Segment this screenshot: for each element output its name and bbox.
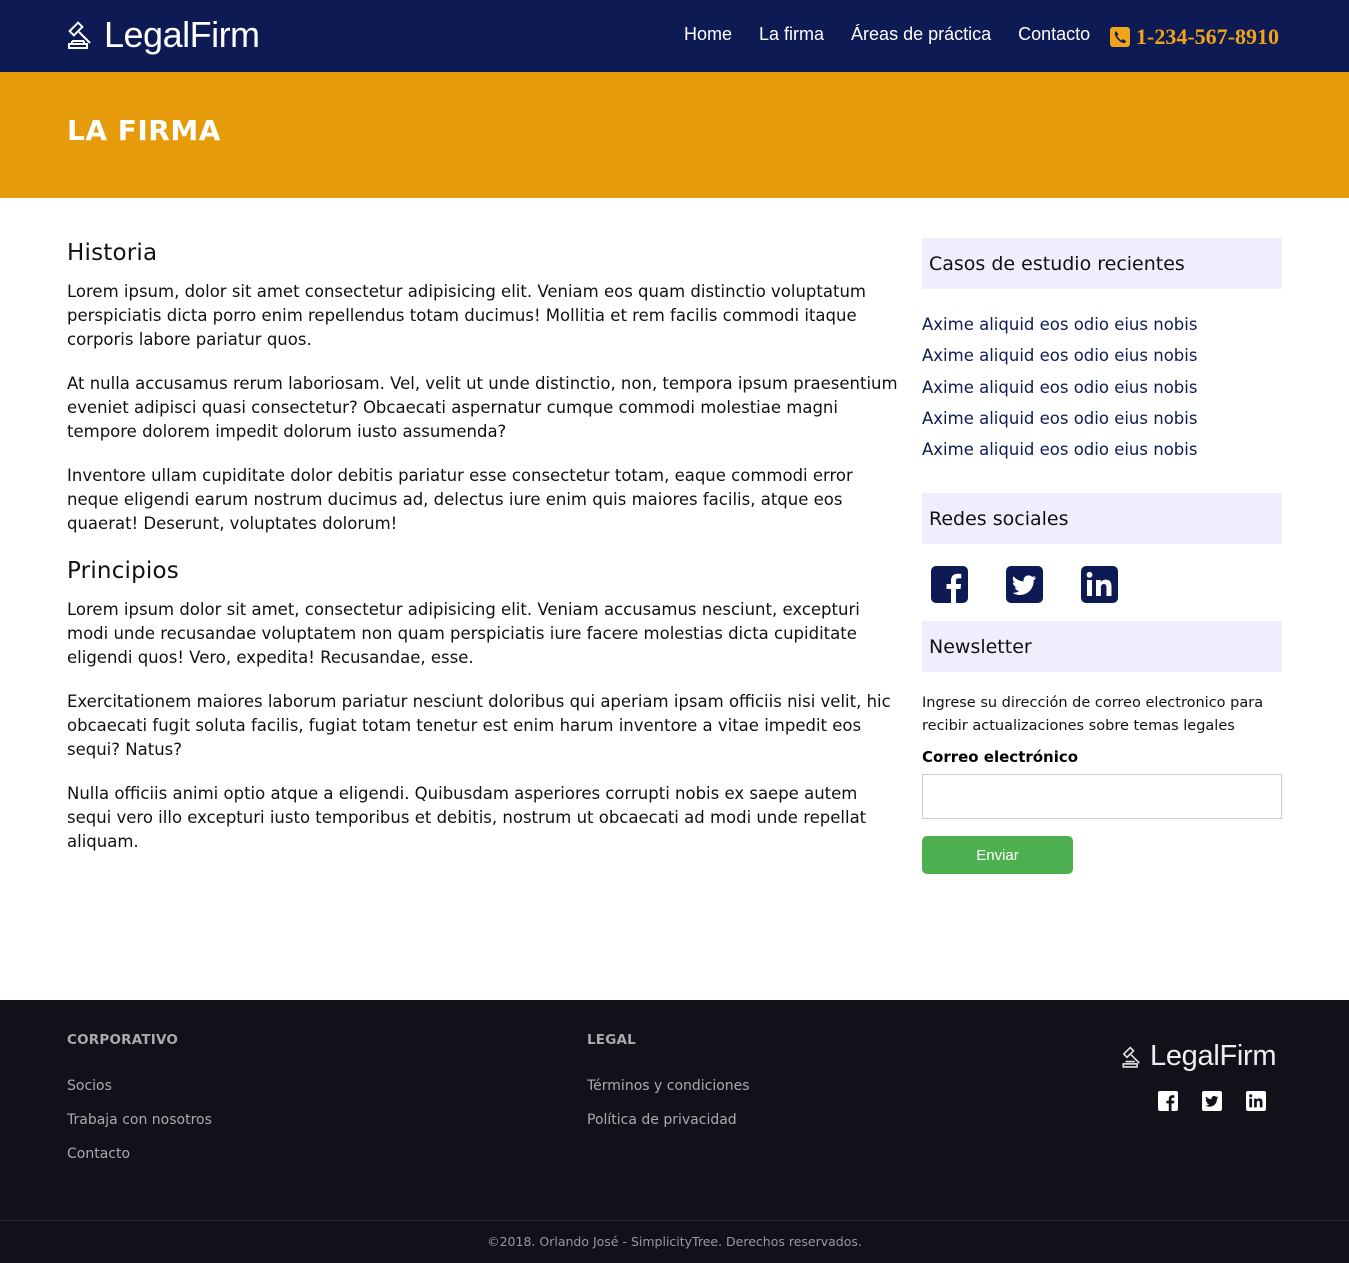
case-study-link[interactable]: Axime aliquid eos odio eius nobis — [922, 406, 1282, 437]
linkedin-icon[interactable] — [1081, 566, 1118, 604]
facebook-icon[interactable] — [931, 566, 968, 604]
footer-heading: LEGAL — [587, 1032, 636, 1048]
phone-number: 1-234-567-8910 — [1136, 24, 1279, 49]
social-links — [922, 566, 1282, 604]
footer-column-corporativo: CORPORATIVO Socios Trabaja con nosotros … — [67, 1032, 212, 1180]
brand-name: LegalFirm — [104, 14, 260, 55]
paragraph: Inventore ullam cupiditate dolor debitis… — [67, 466, 853, 533]
sidebar-heading-newsletter: Newsletter — [922, 621, 1282, 673]
nav-areas-de-practica[interactable]: Áreas de práctica — [851, 24, 991, 45]
case-study-link[interactable]: Axime aliquid eos odio eius nobis — [922, 437, 1282, 468]
footer-link-contacto[interactable]: Contacto — [67, 1146, 212, 1162]
top-navbar: LegalFirm Home La firma Áreas de práctic… — [0, 0, 1349, 72]
twitter-icon[interactable] — [1202, 1091, 1222, 1111]
main-nav: Home La firma Áreas de práctica Contacto — [684, 24, 1117, 45]
nav-home[interactable]: Home — [684, 24, 732, 45]
footer-divider — [0, 1220, 1349, 1221]
brand-logo[interactable]: LegalFirm — [66, 12, 260, 58]
page-hero: LA FIRMA — [0, 72, 1349, 198]
twitter-icon[interactable] — [1006, 566, 1043, 604]
case-study-link[interactable]: Axime aliquid eos odio eius nobis — [922, 375, 1282, 406]
nav-la-firma[interactable]: La firma — [759, 24, 824, 45]
case-study-link[interactable]: Axime aliquid eos odio eius nobis — [922, 312, 1282, 343]
sidebar: Casos de estudio recientes Axime aliquid… — [922, 238, 1282, 875]
case-study-link[interactable]: Axime aliquid eos odio eius nobis — [922, 343, 1282, 374]
main-content: Historia Lorem ipsum, dolor sit amet con… — [67, 238, 899, 874]
paragraph: Lorem ipsum, dolor sit amet consectetur … — [67, 282, 866, 349]
footer: CORPORATIVO Socios Trabaja con nosotros … — [0, 1000, 1349, 1263]
nav-contacto[interactable]: Contacto — [1018, 24, 1090, 45]
footer-brand-name: LegalFirm — [1150, 1040, 1277, 1072]
linkedin-icon[interactable] — [1246, 1091, 1266, 1111]
footer-link-privacidad[interactable]: Política de privacidad — [587, 1112, 750, 1128]
footer-heading: CORPORATIVO — [67, 1032, 179, 1048]
section-title-historia: Historia — [67, 240, 158, 266]
newsletter-description: Ingrese su dirección de correo electroni… — [922, 695, 1264, 735]
paragraph: Exercitationem maiores laborum pariatur … — [67, 692, 891, 759]
email-label: Correo electrónico — [922, 748, 1079, 767]
footer-brand-logo[interactable]: LegalFirm — [1121, 1040, 1277, 1073]
gavel-icon — [68, 21, 91, 49]
footer-link-socios[interactable]: Socios — [67, 1078, 212, 1094]
sidebar-heading-cases: Casos de estudio recientes — [922, 238, 1282, 289]
sidebar-heading-social: Redes sociales — [922, 493, 1282, 545]
paragraph: Lorem ipsum dolor sit amet, consectetur … — [67, 600, 860, 667]
section-title-principios: Principios — [67, 558, 179, 584]
footer-link-terminos[interactable]: Términos y condiciones — [587, 1078, 750, 1094]
submit-button[interactable]: Enviar — [922, 836, 1073, 875]
footer-column-legal: LEGAL Términos y condiciones Política de… — [587, 1032, 750, 1146]
case-study-list: Axime aliquid eos odio eius nobis Axime … — [922, 312, 1282, 468]
page-title: LA FIRMA — [67, 114, 221, 147]
footer-link-trabaja[interactable]: Trabaja con nosotros — [67, 1112, 212, 1128]
footer-social-links — [1158, 1091, 1290, 1111]
paragraph: At nulla accusamus rerum laboriosam. Vel… — [67, 374, 898, 441]
facebook-icon[interactable] — [1158, 1091, 1178, 1111]
phone-link[interactable]: 1-234-567-8910 — [1110, 24, 1279, 50]
paragraph: Nulla officiis animi optio atque a elige… — [67, 784, 867, 851]
gavel-icon — [1122, 1045, 1140, 1068]
copyright-text: ©2018. Orlando José - SimplicityTree. De… — [487, 1234, 862, 1249]
email-field[interactable] — [922, 774, 1282, 820]
phone-icon — [1110, 27, 1130, 47]
